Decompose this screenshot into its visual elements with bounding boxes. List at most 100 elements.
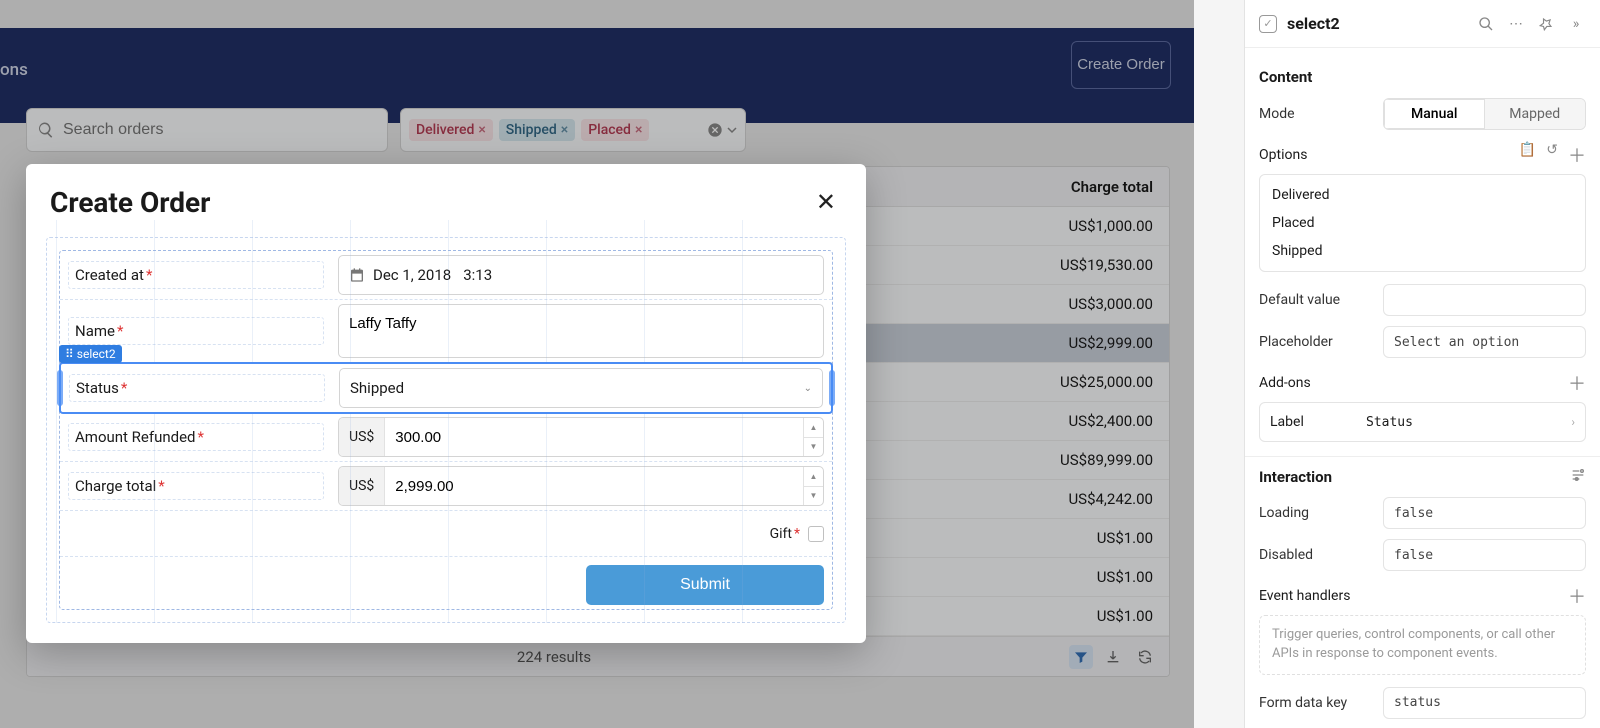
add-option-button[interactable]: ＋ — [1568, 142, 1586, 168]
close-icon[interactable]: × — [635, 122, 642, 138]
mode-toggle[interactable]: Manual Mapped — [1383, 98, 1586, 130]
close-icon[interactable]: × — [478, 122, 485, 138]
submit-button[interactable]: Submit — [586, 565, 824, 605]
status-select[interactable]: Shipped ⌄ — [339, 368, 823, 408]
label-amount-refunded: Amount Refunded* — [68, 423, 324, 451]
disabled-input[interactable] — [1383, 539, 1586, 571]
label-loading: Loading — [1259, 505, 1373, 521]
created-at-date: Dec 1, 2018 — [373, 266, 451, 284]
reset-icon[interactable]: ↺ — [1546, 142, 1558, 168]
field-status[interactable]: ⠿ select2 Status* Shipped ⌄ — [59, 362, 833, 414]
search-orders-field[interactable] — [63, 121, 377, 139]
spinner-up-icon[interactable]: ▲ — [804, 418, 823, 438]
number-spinner[interactable]: ▲▼ — [803, 467, 823, 505]
field-name[interactable]: Name* — [60, 300, 832, 363]
search-icon[interactable] — [1476, 14, 1496, 34]
currency-prefix: US$ — [339, 418, 385, 456]
spinner-down-icon[interactable]: ▼ — [804, 438, 823, 457]
cell-charge-total: US$25,000.00 — [1060, 373, 1153, 391]
interaction-header: Interaction — [1259, 467, 1586, 487]
pin-icon[interactable] — [1536, 14, 1556, 34]
expand-icon[interactable]: » — [1566, 14, 1586, 34]
charge-total-field[interactable] — [385, 467, 803, 505]
filter-row: Delivered× Shipped× Placed× — [26, 108, 1170, 152]
cell-charge-total: US$1.00 — [1097, 568, 1153, 586]
status-filter-tags[interactable]: Delivered× Shipped× Placed× — [400, 108, 746, 152]
search-icon — [37, 121, 55, 139]
inspector-component-name[interactable]: select2 — [1287, 14, 1466, 33]
download-icon[interactable] — [1101, 645, 1125, 669]
clear-icon — [707, 122, 723, 138]
mode-mapped[interactable]: Mapped — [1485, 99, 1586, 129]
prop-disabled: Disabled — [1259, 537, 1586, 573]
created-at-input[interactable]: Dec 1, 2018 3:13 — [338, 255, 824, 295]
inspector-body: Content Mode Manual Mapped Options 📋 ↺ ＋… — [1245, 48, 1600, 728]
settings-icon[interactable] — [1570, 467, 1586, 487]
options-list[interactable]: DeliveredPlacedShipped — [1259, 174, 1586, 272]
addons-header: Add-ons ＋ — [1259, 370, 1586, 396]
spinner-up-icon[interactable]: ▲ — [804, 467, 823, 487]
clear-tags-button[interactable] — [707, 122, 737, 138]
addon-label-row[interactable]: Label Status › — [1259, 402, 1586, 442]
tag-shipped[interactable]: Shipped× — [499, 119, 575, 141]
close-modal-button[interactable]: ✕ — [816, 188, 836, 216]
name-field[interactable] — [349, 315, 813, 332]
form-data-key-input[interactable] — [1383, 687, 1586, 719]
event-handlers-placeholder: Trigger queries, control components, or … — [1259, 615, 1586, 675]
tag-delivered[interactable]: Delivered× — [409, 119, 493, 141]
inspector-panel: ✓ select2 ⋯ » Content Mode Manual Mapped… — [1244, 0, 1600, 728]
field-amount-refunded[interactable]: Amount Refunded* US$ ▲▼ — [60, 413, 832, 462]
refresh-icon[interactable] — [1133, 645, 1157, 669]
more-icon[interactable]: ⋯ — [1506, 14, 1526, 34]
number-spinner[interactable]: ▲▼ — [803, 418, 823, 456]
default-value-input[interactable] — [1383, 284, 1586, 316]
label-gift: Gift* — [770, 526, 800, 542]
component-type-icon: ✓ — [1259, 15, 1277, 33]
cell-charge-total: US$2,999.00 — [1068, 334, 1153, 352]
label-disabled: Disabled — [1259, 547, 1373, 563]
option-item[interactable]: Placed — [1260, 209, 1585, 237]
label-form-data-key: Form data key — [1259, 695, 1373, 711]
label-placeholder: Placeholder — [1259, 334, 1373, 350]
column-header-charge-total[interactable]: Charge total — [1071, 178, 1153, 196]
label-addons: Add-ons — [1259, 375, 1311, 391]
option-item[interactable]: Delivered — [1260, 181, 1585, 209]
label-name: Name* — [68, 317, 324, 345]
amount-refunded-input[interactable]: US$ ▲▼ — [338, 417, 824, 457]
selected-component-badge[interactable]: ⠿ select2 — [59, 345, 122, 363]
cell-charge-total: US$19,530.00 — [1060, 256, 1153, 274]
close-icon[interactable]: × — [561, 122, 568, 138]
name-input[interactable] — [338, 304, 824, 358]
gift-checkbox[interactable] — [808, 526, 824, 542]
tag-placed[interactable]: Placed× — [581, 119, 649, 141]
prop-form-data-key: Form data key — [1259, 685, 1586, 721]
field-created-at[interactable]: Created at* Dec 1, 2018 3:13 — [60, 251, 832, 300]
spinner-down-icon[interactable]: ▼ — [804, 487, 823, 506]
amount-refunded-field[interactable] — [385, 418, 803, 456]
inspector-header: ✓ select2 ⋯ » — [1245, 0, 1600, 48]
label-mode: Mode — [1259, 106, 1373, 122]
search-orders-input[interactable] — [26, 108, 388, 152]
mode-manual[interactable]: Manual — [1384, 99, 1485, 129]
cell-charge-total: US$3,000.00 — [1068, 295, 1153, 313]
field-charge-total[interactable]: Charge total* US$ ▲▼ — [60, 462, 832, 511]
cell-charge-total: US$2,400.00 — [1068, 412, 1153, 430]
header-nav-trailing: ons — [0, 60, 28, 80]
add-addon-button[interactable]: ＋ — [1568, 370, 1586, 396]
placeholder-input[interactable] — [1383, 326, 1586, 358]
results-count: 224 results — [39, 648, 1069, 666]
create-order-button[interactable]: Create Order — [1071, 41, 1171, 89]
section-content: Content — [1259, 68, 1586, 86]
filter-icon[interactable] — [1069, 645, 1093, 669]
paste-icon[interactable]: 📋 — [1519, 142, 1536, 168]
prop-default-value: Default value — [1259, 282, 1586, 318]
loading-input[interactable] — [1383, 497, 1586, 529]
options-header: Options 📋 ↺ ＋ — [1259, 142, 1586, 168]
add-event-handler-button[interactable]: ＋ — [1568, 583, 1586, 609]
charge-total-input[interactable]: US$ ▲▼ — [338, 466, 824, 506]
field-gift[interactable]: Gift* — [60, 511, 832, 557]
option-item[interactable]: Shipped — [1260, 237, 1585, 265]
create-order-modal: Create Order ✕ Created at* Dec 1, 2018 3… — [26, 164, 866, 643]
label-charge-total: Charge total* — [68, 472, 324, 500]
currency-prefix: US$ — [339, 467, 385, 505]
